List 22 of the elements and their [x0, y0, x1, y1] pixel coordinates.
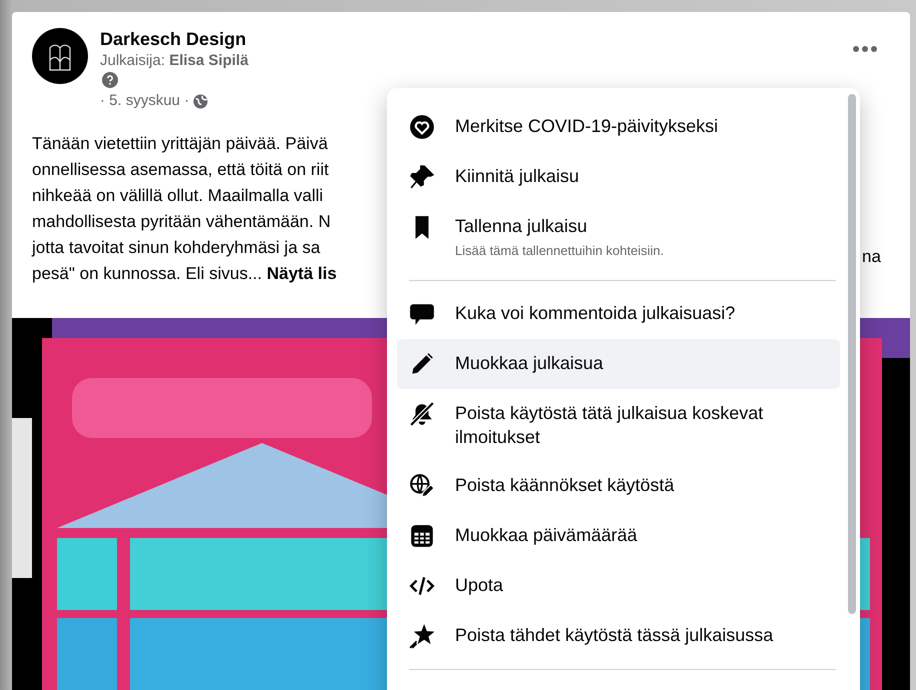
calendar-icon [409, 523, 435, 549]
menu-item[interactable]: Poista tähdet käytöstä tässä julkaisussa [397, 611, 840, 661]
menu-item[interactable]: Kuka voi kommentoida julkaisuasi? [397, 289, 840, 339]
post-date[interactable]: · 5. syyskuu · [100, 90, 190, 112]
menu-item[interactable]: Muokkaa päivämäärää [397, 511, 840, 561]
author-byline: Julkaisija: Elisa Sipilä [100, 50, 248, 70]
star-off-icon [409, 623, 435, 649]
post-text: na [862, 246, 881, 268]
page-name[interactable]: Darkesch Design [100, 28, 248, 50]
menu-item[interactable]: Muokkaa julkaisua [397, 339, 840, 389]
menu-item[interactable]: Merkitse COVID-19-päivitykseksi [397, 102, 840, 152]
bell-off-icon [409, 401, 435, 427]
globe-pencil-icon [409, 473, 435, 499]
help-icon[interactable] [102, 72, 118, 88]
pin-icon [409, 164, 435, 190]
see-more-link[interactable]: Näytä lis [266, 264, 337, 282]
page-avatar[interactable] [32, 28, 88, 84]
menu-item[interactable]: Poista käytöstä tätä julkaisua koskevat ilmoitukset [397, 389, 840, 461]
globe-icon [193, 94, 208, 109]
menu-item[interactable]: Kiinnitä julkaisu [397, 152, 840, 202]
menu-item[interactable]: Poista käännökset käytöstä [397, 461, 840, 511]
menu-item[interactable]: Tallenna julkaisu Lisää tämä tallennettuihin kohteisiin. [397, 202, 840, 272]
